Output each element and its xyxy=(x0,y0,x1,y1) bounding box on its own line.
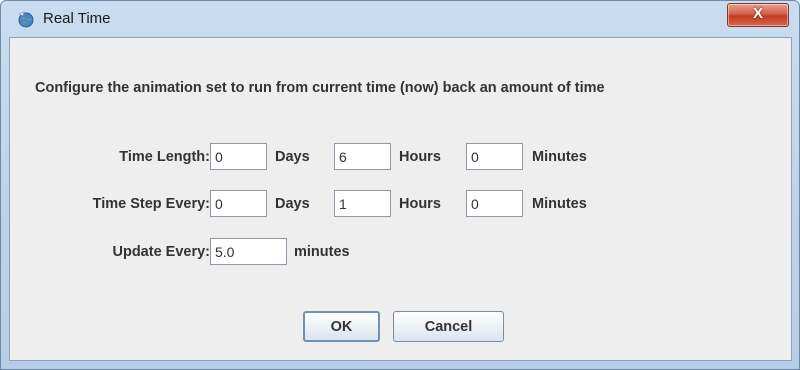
update-every-label: Update Every: xyxy=(112,244,210,260)
time-step-label: Time Step Every: xyxy=(92,196,210,212)
update-every-unit: minutes xyxy=(294,244,350,260)
cancel-button[interactable]: Cancel xyxy=(393,311,504,342)
dialog-window: Real Time X Configure the animation set … xyxy=(0,0,800,370)
time-step-days-unit: Days xyxy=(275,196,310,212)
time-step-hours-input[interactable] xyxy=(334,190,391,217)
close-icon: X xyxy=(752,5,763,22)
update-every-input[interactable] xyxy=(210,238,287,265)
time-step-days-input[interactable] xyxy=(210,190,267,217)
close-button[interactable]: X xyxy=(727,3,789,27)
time-step-minutes-input[interactable] xyxy=(466,190,523,217)
time-length-days-unit: Days xyxy=(275,149,310,165)
time-length-label: Time Length: xyxy=(119,149,210,165)
time-length-hours-input[interactable] xyxy=(334,143,391,170)
dialog-content: Configure the animation set to run from … xyxy=(9,37,792,361)
description-text: Configure the animation set to run from … xyxy=(35,80,605,96)
time-step-hours-unit: Hours xyxy=(399,196,441,212)
title-bar[interactable]: Real Time X xyxy=(1,1,799,37)
app-globe-icon xyxy=(18,11,34,28)
time-length-hours-unit: Hours xyxy=(399,149,441,165)
time-step-minutes-unit: Minutes xyxy=(532,196,587,212)
time-length-minutes-unit: Minutes xyxy=(532,149,587,165)
time-length-minutes-input[interactable] xyxy=(466,143,523,170)
ok-button[interactable]: OK xyxy=(303,311,380,342)
window-title: Real Time xyxy=(43,10,111,27)
time-length-days-input[interactable] xyxy=(210,143,267,170)
